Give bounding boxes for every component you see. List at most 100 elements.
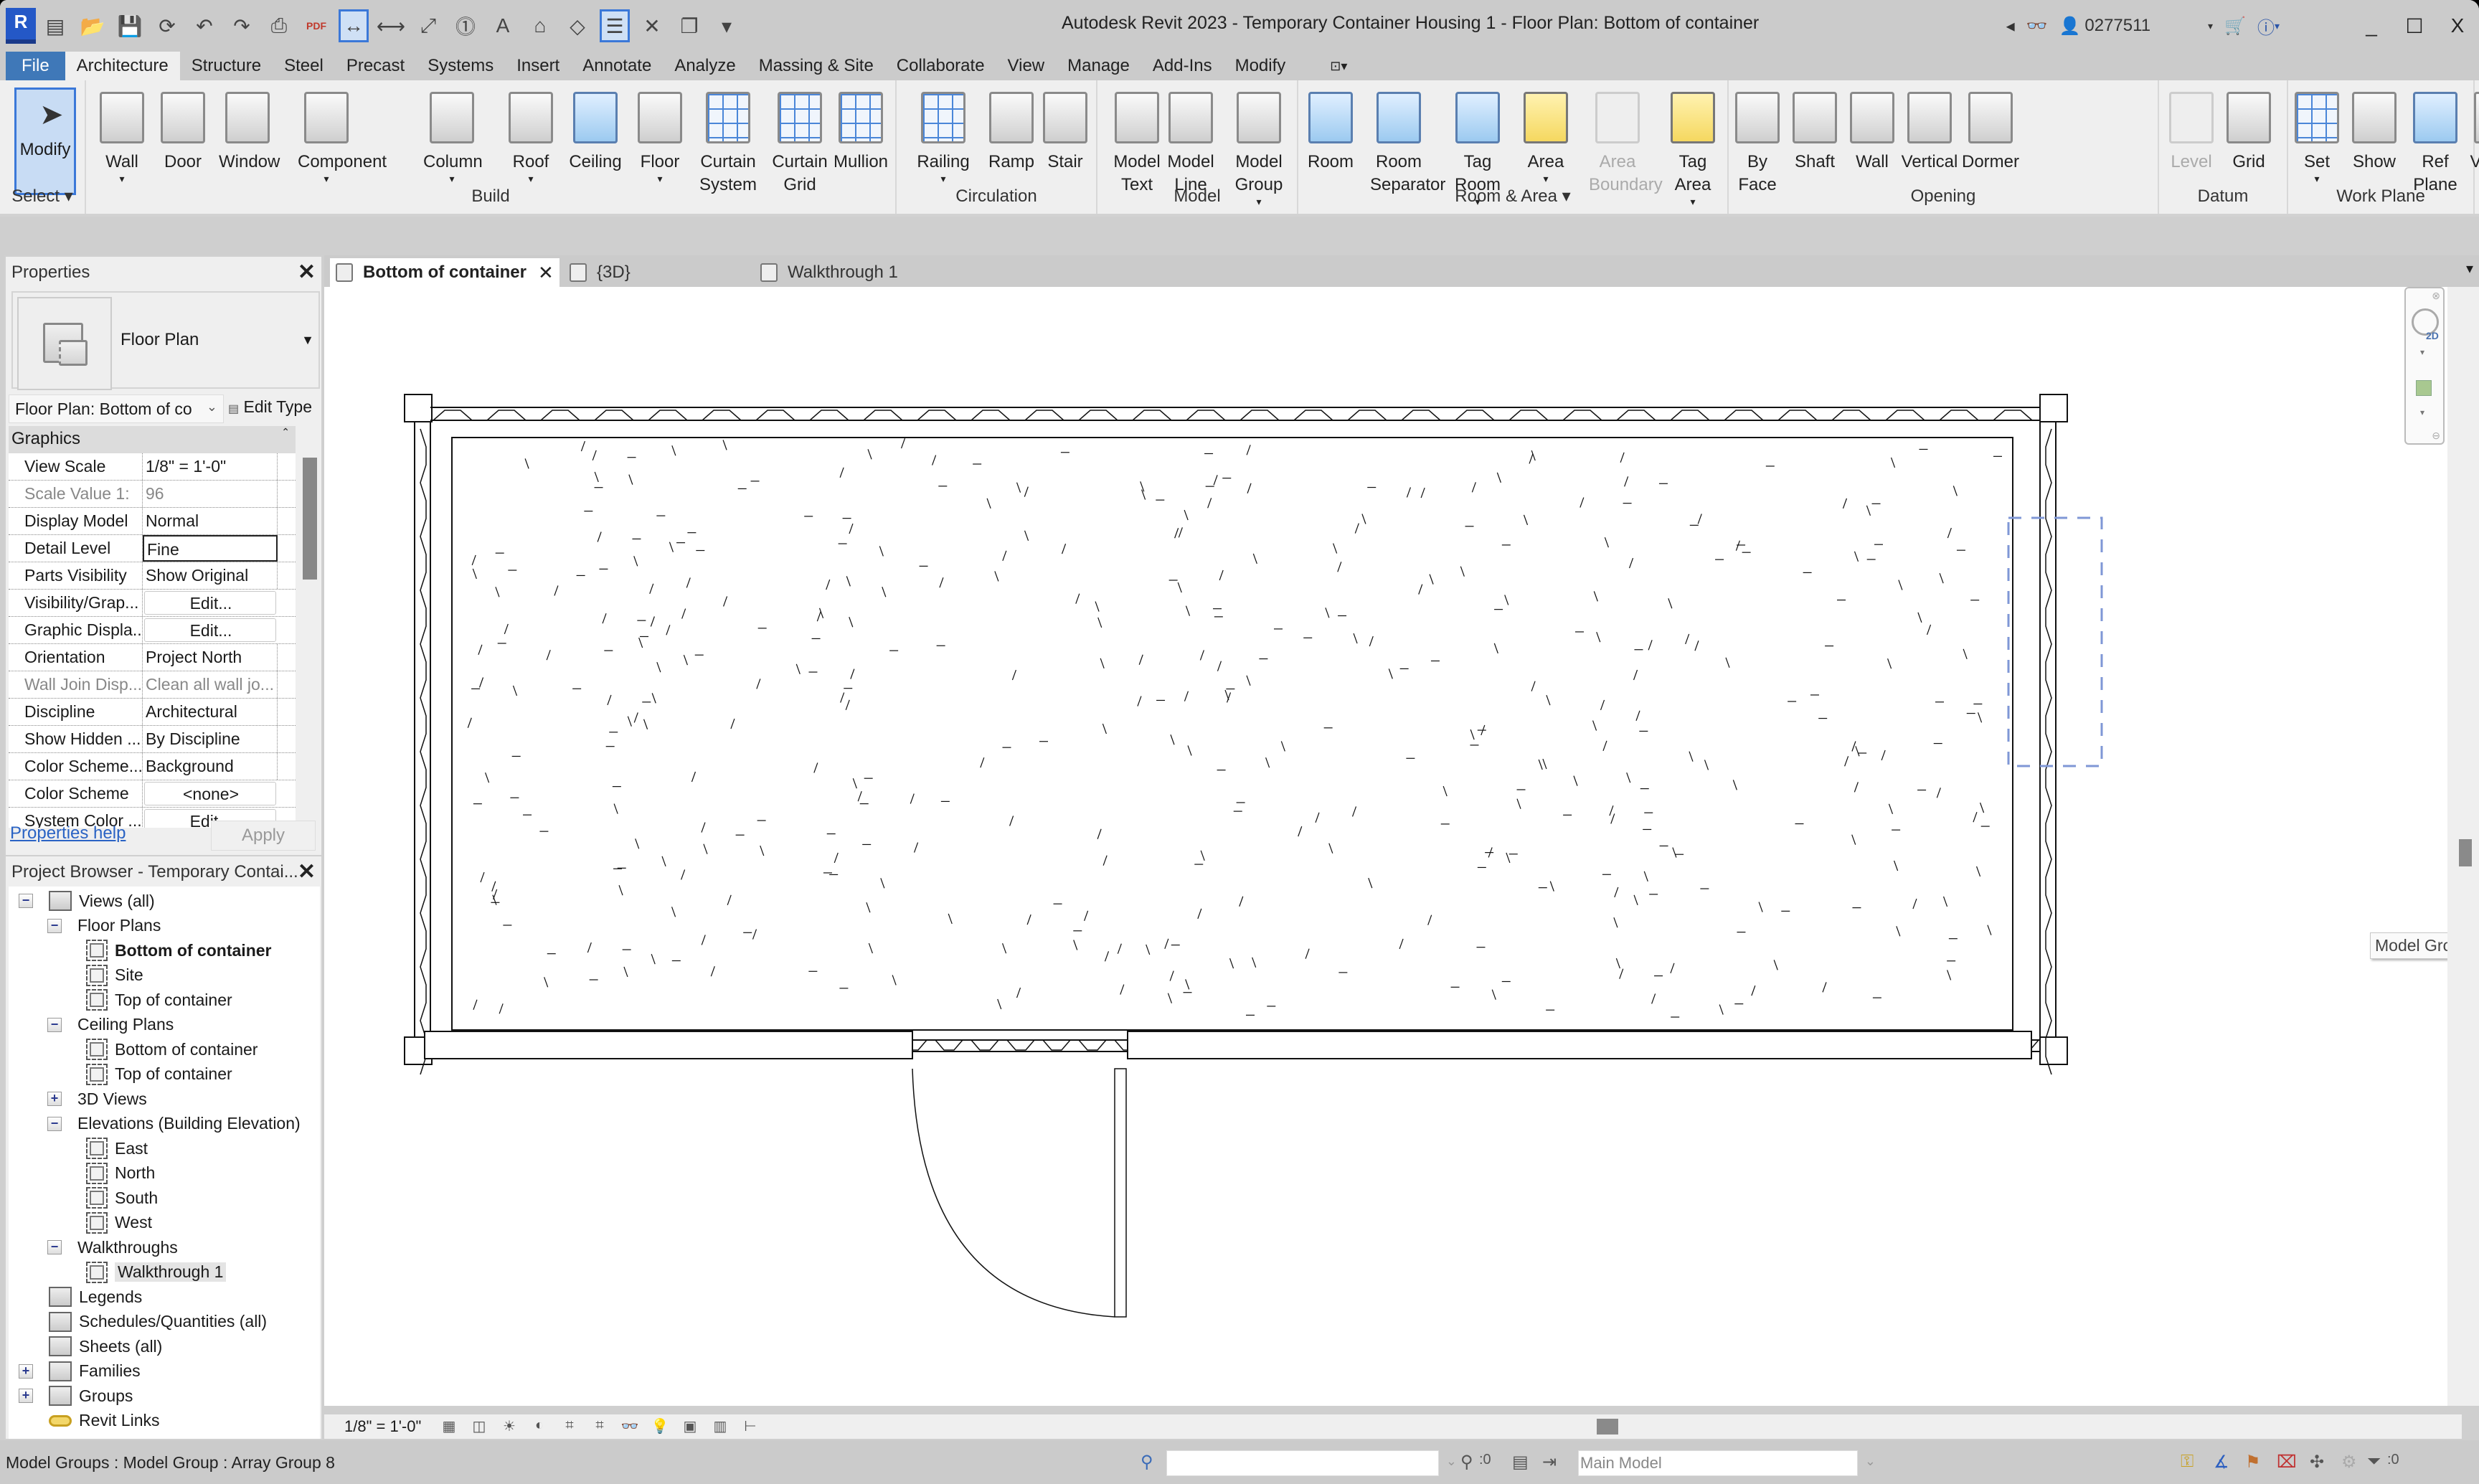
redo-icon[interactable]: ↷ bbox=[227, 9, 257, 42]
ribbon-tab-annotate[interactable]: Annotate bbox=[571, 52, 663, 80]
room-separator-button[interactable]: Room Separator bbox=[1370, 86, 1445, 197]
show-crop-icon[interactable]: ⌗ bbox=[590, 1417, 610, 1436]
horizontal-scrollbar-thumb[interactable] bbox=[1597, 1419, 1618, 1435]
minimize-button[interactable]: _ bbox=[2350, 14, 2393, 37]
window-button[interactable]: Window bbox=[219, 86, 280, 174]
browser-node[interactable]: +3D Views bbox=[47, 1087, 147, 1110]
active-workset-dropdown[interactable]: ⌄ bbox=[1166, 1450, 1457, 1476]
sun-path-icon[interactable]: ☀ bbox=[499, 1417, 519, 1436]
browser-node[interactable]: − Walkthroughs bbox=[47, 1236, 178, 1259]
select-links-icon[interactable]: ⚿ bbox=[2181, 1452, 2194, 1472]
save-icon[interactable]: 💾 bbox=[115, 9, 145, 42]
scrollbar-thumb[interactable] bbox=[303, 458, 317, 580]
instance-filter-dropdown[interactable]: Floor Plan: Bottom of co ⌄ bbox=[9, 394, 224, 423]
exclude-options-icon[interactable]: ⇥ bbox=[1542, 1452, 1557, 1473]
set-button[interactable]: Set ▾ bbox=[2288, 86, 2346, 184]
browser-node[interactable]: Site bbox=[86, 964, 143, 987]
print-icon[interactable]: ⎙ bbox=[264, 9, 294, 42]
browser-node[interactable]: Revit Links bbox=[49, 1409, 159, 1432]
thin-lines-icon[interactable]: ☰ bbox=[600, 9, 630, 42]
ribbon-tab-precast[interactable]: Precast bbox=[335, 52, 416, 80]
column-button[interactable]: Column ▾ bbox=[423, 86, 483, 184]
visual-style-icon[interactable]: ◫ bbox=[469, 1417, 489, 1436]
expand-icon[interactable]: + bbox=[47, 1092, 62, 1106]
curtain-system-button[interactable]: Curtain System bbox=[699, 86, 757, 197]
browser-node[interactable]: North bbox=[86, 1162, 155, 1185]
select-pinned-icon[interactable]: ⚑ bbox=[2245, 1452, 2261, 1473]
property-edit-button[interactable]: Edit... bbox=[144, 591, 276, 615]
ribbon-tab-massing-site[interactable]: Massing & Site bbox=[747, 52, 885, 80]
home-icon[interactable]: ▤ bbox=[40, 9, 70, 42]
worksets-icon[interactable]: ⚲ bbox=[1141, 1452, 1153, 1473]
tab-list-dropdown-icon[interactable]: ▾ bbox=[2466, 260, 2473, 278]
dormer-button[interactable]: Dormer bbox=[1962, 86, 2019, 174]
browser-node[interactable]: − Ceiling Plans bbox=[47, 1013, 174, 1036]
dropdown-caret-icon[interactable]: ▾ bbox=[2288, 174, 2346, 184]
dropdown-caret-icon[interactable]: ▾ bbox=[298, 174, 355, 184]
tag-icon[interactable]: ⓵ bbox=[450, 9, 481, 42]
revit-logo-icon[interactable]: R bbox=[6, 8, 36, 44]
ramp-button[interactable]: Ramp bbox=[983, 86, 1040, 174]
browser-node[interactable]: − Views (all) bbox=[19, 889, 155, 912]
properties-help-link[interactable]: Properties help bbox=[10, 823, 126, 843]
browser-node[interactable]: Top of container bbox=[86, 988, 232, 1011]
stair-button[interactable]: Stair bbox=[1037, 86, 1094, 174]
dropdown-caret-icon[interactable]: ▾ bbox=[502, 174, 559, 184]
property-edit-button[interactable]: <none> bbox=[144, 782, 276, 805]
property-value[interactable]: By Discipline bbox=[143, 726, 278, 752]
close-browser-icon[interactable]: ✕ bbox=[298, 859, 316, 884]
select-underlay-icon[interactable]: ∡ bbox=[2214, 1452, 2229, 1473]
property-value[interactable]: Show Original bbox=[143, 562, 278, 589]
chevron-down-icon[interactable]: ▾ bbox=[2420, 347, 2424, 357]
ribbon-tab-collaborate[interactable]: Collaborate bbox=[885, 52, 996, 80]
browser-node[interactable]: − Floor Plans bbox=[47, 914, 161, 937]
property-value[interactable]: Normal bbox=[143, 508, 278, 534]
browser-node[interactable]: + Families bbox=[19, 1360, 141, 1383]
ribbon-tab-manage[interactable]: Manage bbox=[1056, 52, 1141, 80]
wall-button[interactable]: Wall bbox=[1843, 86, 1901, 174]
dimension-icon[interactable]: ⤢ bbox=[413, 9, 443, 42]
collapse-icon[interactable]: − bbox=[47, 1116, 62, 1131]
drag-on-selection-icon[interactable]: ✣ bbox=[2310, 1452, 2324, 1473]
browser-node[interactable]: Walkthrough 1 bbox=[86, 1261, 227, 1284]
zoom-region-icon[interactable] bbox=[2416, 380, 2432, 396]
show-button[interactable]: Show bbox=[2346, 86, 2403, 174]
browser-node[interactable]: Bottom of container bbox=[86, 939, 272, 962]
curtain-grid-button[interactable]: Curtain Grid bbox=[771, 86, 828, 197]
property-value[interactable]: 1/8" = 1'-0" bbox=[143, 453, 278, 480]
room-button[interactable]: Room bbox=[1302, 86, 1359, 174]
property-value[interactable]: Project North bbox=[143, 644, 278, 671]
modify-button[interactable]: ➤ Modify bbox=[14, 88, 76, 195]
ribbon-tab-steel[interactable]: Steel bbox=[273, 52, 335, 80]
close-properties-icon[interactable]: ✕ bbox=[298, 260, 316, 285]
ribbon-tab-structure[interactable]: Structure bbox=[180, 52, 273, 80]
floor-plan-canvas[interactable] bbox=[324, 287, 2447, 1406]
browser-node[interactable]: Top of container bbox=[86, 1063, 232, 1086]
editable-only-icon[interactable]: ⚲ bbox=[1460, 1452, 1473, 1473]
collapse-icon[interactable]: − bbox=[47, 918, 62, 933]
search-binoculars-icon[interactable]: 👓 bbox=[2026, 16, 2048, 37]
default-3d-icon[interactable]: ⌂ bbox=[525, 9, 555, 42]
detail-level-icon[interactable]: ▦ bbox=[439, 1417, 459, 1436]
viewer-button[interactable]: Viewer bbox=[2468, 86, 2479, 174]
property-value[interactable]: Fine bbox=[143, 535, 278, 562]
help-icon[interactable]: ⓘ ▾ bbox=[2257, 14, 2280, 39]
drawing-area[interactable]: ⊗ 2D ▾ ▾ ⊖ Model Groups : Model Group : … bbox=[324, 287, 2479, 1406]
browser-node[interactable]: East bbox=[86, 1137, 148, 1160]
roof-button[interactable]: Roof ▾ bbox=[502, 86, 559, 184]
dropdown-caret-icon[interactable]: ▾ bbox=[915, 174, 972, 184]
by-face-button[interactable]: By Face bbox=[1729, 86, 1786, 197]
browser-node[interactable]: − Elevations (Building Elevation) bbox=[47, 1112, 301, 1135]
type-selector[interactable]: Floor Plan ▼ bbox=[11, 291, 320, 390]
railing-button[interactable]: Railing ▾ bbox=[915, 86, 972, 184]
property-value[interactable]: Architectural bbox=[143, 699, 278, 725]
component-button[interactable]: Component ▾ bbox=[298, 86, 387, 184]
select-by-face-icon[interactable]: ⌧ bbox=[2277, 1452, 2297, 1473]
expand-icon[interactable]: + bbox=[19, 1364, 33, 1379]
browser-node[interactable]: West bbox=[86, 1211, 152, 1234]
undo-icon[interactable]: ↶ bbox=[189, 9, 219, 42]
maximize-button[interactable]: ☐ bbox=[2393, 14, 2436, 38]
browser-node[interactable]: South bbox=[86, 1186, 158, 1209]
ribbon-tab-view[interactable]: View bbox=[996, 52, 1057, 80]
vertical-button[interactable]: Vertical bbox=[1901, 86, 1958, 174]
